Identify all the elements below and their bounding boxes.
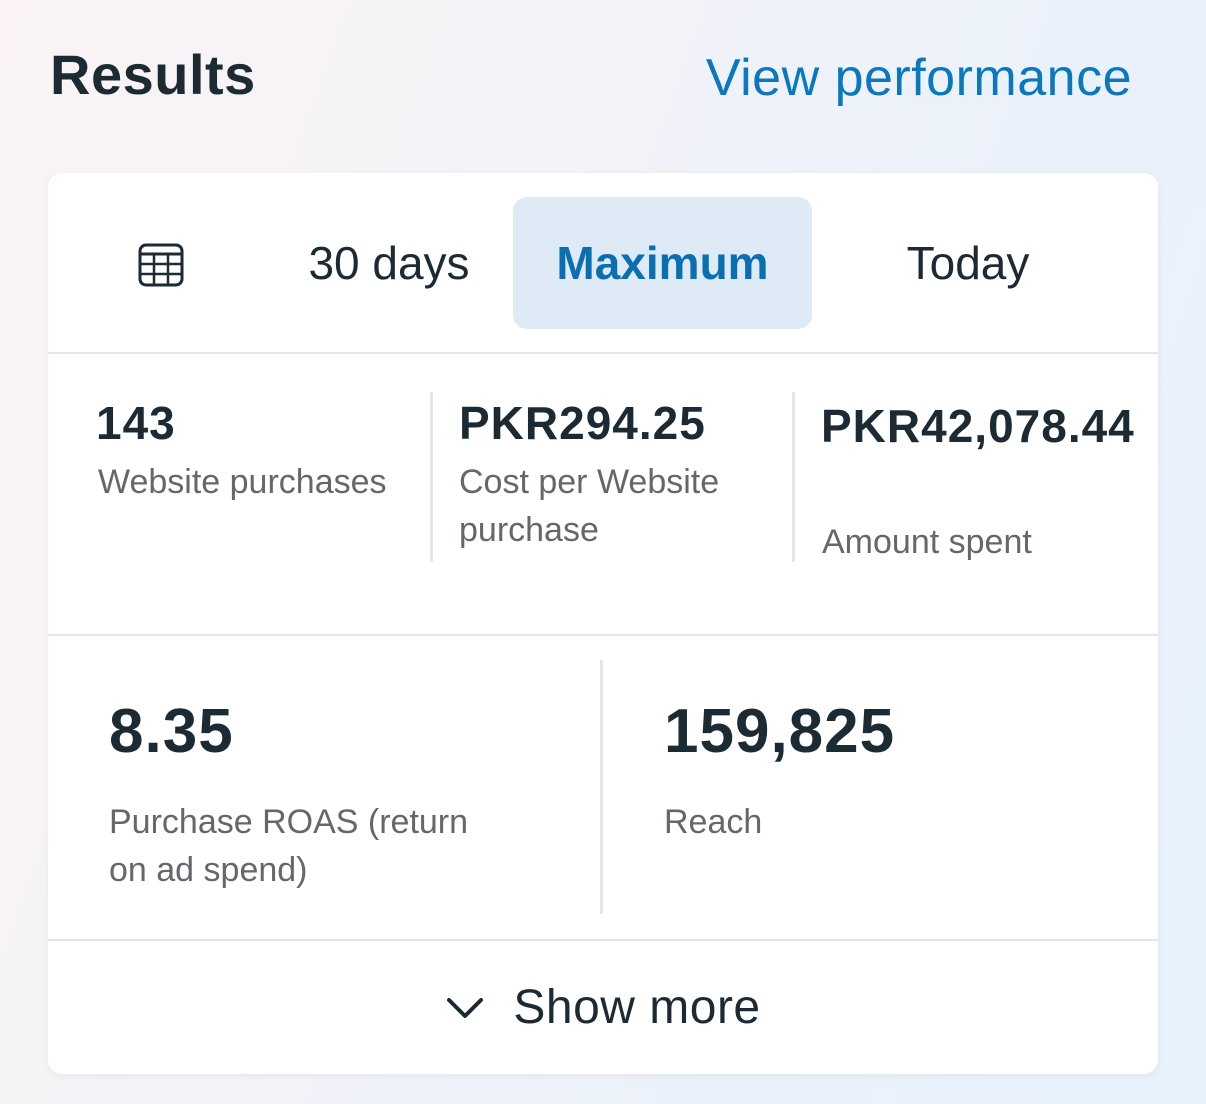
amount-spent-value: PKR42,078.44 <box>821 400 1135 452</box>
reach-label: Reach <box>664 803 763 841</box>
purchase-roas-value: 8.35 <box>109 697 234 766</box>
metric-divider <box>430 392 433 562</box>
website-purchases-value: 143 <box>96 397 176 449</box>
amount-spent-label: Amount spent <box>822 523 1032 561</box>
purchase-roas-label: Purchase ROAS (return on ad spend) <box>109 803 469 889</box>
tab-maximum[interactable]: Maximum <box>513 197 812 329</box>
metrics-row-1: 143 Website purchases PKR294.25 Cost per… <box>48 354 1158 636</box>
metric-divider <box>792 392 795 562</box>
cost-per-purchase-value: PKR294.25 <box>459 397 706 449</box>
metric-divider <box>600 660 603 914</box>
tab-30-days[interactable]: 30 days <box>244 197 534 329</box>
cost-per-purchase-label: Cost per Website purchase <box>459 463 720 549</box>
results-header: Results View performance <box>0 0 1206 160</box>
tab-today[interactable]: Today <box>878 197 1058 329</box>
metrics-row-2: 8.35 Purchase ROAS (return on ad spend) … <box>48 636 1158 941</box>
calendar-icon[interactable] <box>138 241 184 287</box>
show-more-label: Show more <box>513 981 761 1034</box>
show-more-button[interactable]: Show more <box>48 941 1158 1074</box>
page-title: Results <box>50 43 256 106</box>
results-card: 30 days Maximum Today 143 Website purcha… <box>48 173 1158 1074</box>
view-performance-link[interactable]: View performance <box>706 48 1132 108</box>
chevron-down-icon <box>447 997 484 1018</box>
website-purchases-label: Website purchases <box>98 463 387 501</box>
date-range-tabs: 30 days Maximum Today <box>48 173 1158 354</box>
reach-value: 159,825 <box>664 697 896 766</box>
